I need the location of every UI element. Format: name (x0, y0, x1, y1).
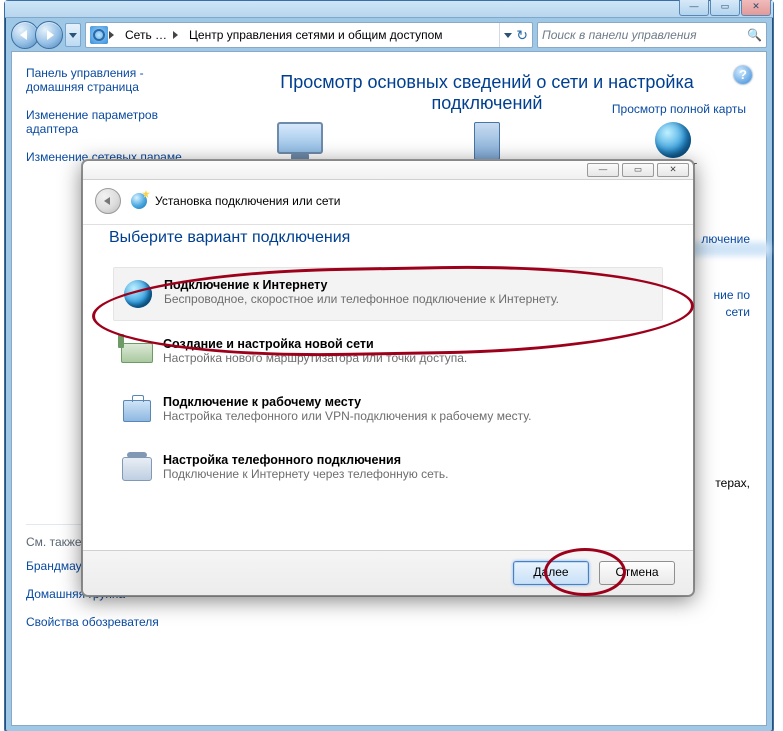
globe-icon (124, 280, 152, 308)
address-bar: Сеть … Центр управления сетями и общим д… (11, 22, 767, 48)
briefcase-icon (123, 400, 151, 422)
window-maximize-button[interactable]: ▭ (710, 0, 740, 16)
next-button[interactable]: Далее (513, 561, 589, 585)
dialog-footer: Далее Отмена (83, 550, 693, 595)
window-titlebar[interactable]: — ▭ ✕ (5, 1, 773, 18)
globe-icon (655, 122, 691, 158)
breadcrumb-network[interactable]: Сеть … (117, 23, 176, 47)
choice-new-network[interactable]: Создание и настройка новой сети Настройк… (113, 327, 663, 379)
partial-text: ние по (713, 288, 750, 302)
choice-desc: Настройка нового маршрутизатора или точк… (163, 351, 467, 365)
partial-text: лючение (701, 232, 750, 246)
setup-connection-dialog: — ▭ ✕ Установка подключения или сети Выб… (82, 160, 694, 596)
chevron-down-icon[interactable] (504, 33, 512, 38)
window-minimize-button[interactable]: — (679, 0, 709, 16)
choice-list: Подключение к Интернету Беспроводное, ск… (113, 267, 663, 495)
breadcrumb-box[interactable]: Сеть … Центр управления сетями и общим д… (85, 22, 533, 48)
choice-internet[interactable]: Подключение к Интернету Беспроводное, ск… (113, 267, 663, 321)
choice-title: Подключение к Интернету (164, 278, 559, 292)
choice-desc: Беспроводное, скоростное или телефонное … (164, 292, 559, 306)
choice-title: Настройка телефонного подключения (163, 453, 449, 467)
nav-forward-button[interactable] (35, 21, 63, 49)
refresh-icon[interactable]: ↻ (516, 27, 528, 44)
dialog-close-button[interactable]: ✕ (657, 163, 689, 177)
partial-text: терах, (715, 476, 750, 490)
router-icon (121, 343, 153, 363)
partial-text: сети (726, 305, 750, 319)
chevron-right-icon (109, 31, 114, 39)
nav-history-dropdown[interactable] (65, 23, 81, 47)
arrow-left-icon (104, 197, 110, 205)
monitor-icon (277, 122, 323, 154)
help-icon[interactable]: ? (734, 66, 752, 84)
view-full-map-link[interactable]: Просмотр полной карты (612, 102, 746, 116)
tower-icon (474, 122, 500, 160)
choice-desc: Настройка телефонного или VPN-подключени… (163, 409, 531, 423)
chevron-down-icon (69, 33, 77, 38)
sidebar-link-home[interactable]: Панель управления - домашняя страница (26, 66, 194, 94)
wizard-globe-icon (131, 193, 147, 209)
choice-dialup[interactable]: Настройка телефонного подключения Подклю… (113, 443, 663, 495)
dialog-back-button[interactable] (95, 188, 121, 214)
search-input[interactable]: Поиск в панели управления 🔍 (537, 22, 767, 48)
choice-title: Подключение к рабочему месту (163, 395, 531, 409)
dialog-subtitle: Установка подключения или сети (155, 194, 340, 208)
cancel-button[interactable]: Отмена (599, 561, 675, 585)
dialog-titlebar[interactable]: — ▭ ✕ (83, 161, 693, 180)
dialog-minimize-button[interactable]: — (587, 163, 619, 177)
choice-workplace[interactable]: Подключение к рабочему месту Настройка т… (113, 385, 663, 437)
dialog-heading: Выберите вариант подключения (109, 229, 681, 247)
sidebar-link-adapter-settings[interactable]: Изменение параметров адаптера (26, 108, 194, 136)
dialog-maximize-button[interactable]: ▭ (622, 163, 654, 177)
chevron-right-icon (173, 31, 178, 39)
search-icon: 🔍 (747, 28, 762, 42)
search-placeholder: Поиск в панели управления (542, 28, 697, 42)
choice-title: Создание и настройка новой сети (163, 337, 467, 351)
breadcrumb-network-center[interactable]: Центр управления сетями и общим доступом (181, 23, 452, 47)
choice-desc: Подключение к Интернету через телефонную… (163, 467, 449, 481)
sidebar-link-internet-options[interactable]: Свойства обозревателя (26, 615, 194, 629)
network-icon (90, 26, 108, 44)
phone-icon (122, 457, 152, 481)
window-close-button[interactable]: ✕ (741, 0, 771, 16)
